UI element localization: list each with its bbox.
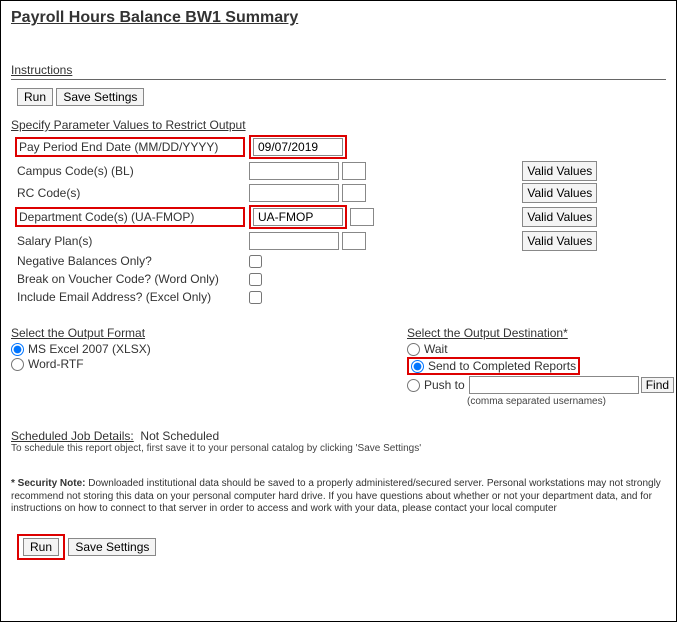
param-label-rc-codes: RC Code(s) <box>15 185 82 201</box>
save-settings-button-top[interactable]: Save Settings <box>56 88 144 106</box>
pay-period-end-date-input[interactable] <box>253 138 343 156</box>
output-format-xlsx-radio[interactable] <box>11 343 24 356</box>
valid-values-button-dept[interactable]: Valid Values <box>522 207 597 227</box>
include-email-checkbox[interactable] <box>249 291 262 304</box>
param-label-neg-balances: Negative Balances Only? <box>15 253 154 269</box>
output-format-word-label: Word-RTF <box>28 357 84 371</box>
break-voucher-checkbox[interactable] <box>249 273 262 286</box>
parameters-table: Pay Period End Date (MM/DD/YYYY) Campus … <box>13 134 599 306</box>
parameters-heading: Specify Parameter Values to Restrict Out… <box>11 118 666 132</box>
param-label-include-email: Include Email Address? (Excel Only) <box>15 289 213 305</box>
output-dest-wait-label: Wait <box>424 342 448 356</box>
dept-codes-input[interactable] <box>253 208 343 226</box>
output-dest-wait-radio[interactable] <box>407 343 420 356</box>
param-label-salary-plans: Salary Plan(s) <box>15 233 94 249</box>
output-format-heading: Select the Output Format <box>11 326 291 340</box>
salary-plans-input[interactable] <box>249 232 339 250</box>
page-title: Payroll Hours Balance BW1 Summary <box>11 9 666 27</box>
output-dest-push-label: Push to <box>424 378 465 392</box>
find-button[interactable]: Find <box>641 377 674 393</box>
divider <box>11 79 666 80</box>
rc-codes-extra-input[interactable] <box>342 184 366 202</box>
scheduled-heading: Scheduled Job Details: <box>11 429 134 443</box>
param-label-pay-period-end: Pay Period End Date (MM/DD/YYYY) <box>19 140 218 154</box>
rc-codes-input[interactable] <box>249 184 339 202</box>
output-dest-send-label: Send to Completed Reports <box>428 359 576 373</box>
run-button-bottom[interactable]: Run <box>23 538 59 556</box>
valid-values-button-campus[interactable]: Valid Values <box>522 161 597 181</box>
salary-plans-extra-input[interactable] <box>342 232 366 250</box>
valid-values-button-rc[interactable]: Valid Values <box>522 183 597 203</box>
dept-codes-extra-input[interactable] <box>350 208 374 226</box>
output-dest-push-radio[interactable] <box>407 379 420 392</box>
output-dest-send-radio[interactable] <box>411 360 424 373</box>
security-note-label: * Security Note: <box>11 478 85 489</box>
security-note-text: Downloaded institutional data should be … <box>11 478 661 514</box>
scheduled-note: To schedule this report object, first sa… <box>11 443 666 454</box>
instructions-heading: Instructions <box>11 63 666 77</box>
negative-balances-checkbox[interactable] <box>249 255 262 268</box>
param-label-break-voucher: Break on Voucher Code? (Word Only) <box>15 271 221 287</box>
output-destination-heading: Select the Output Destination* <box>407 326 674 340</box>
output-format-word-radio[interactable] <box>11 358 24 371</box>
campus-codes-input[interactable] <box>249 162 339 180</box>
param-label-campus-codes: Campus Code(s) (BL) <box>15 163 136 179</box>
scheduled-status: Not Scheduled <box>140 429 219 443</box>
campus-codes-extra-input[interactable] <box>342 162 366 180</box>
save-settings-button-bottom[interactable]: Save Settings <box>68 538 156 556</box>
output-format-xlsx-label: MS Excel 2007 (XLSX) <box>28 342 151 356</box>
push-note: (comma separated usernames) <box>467 396 674 407</box>
run-button-top[interactable]: Run <box>17 88 53 106</box>
param-label-dept-codes: Department Code(s) (UA-FMOP) <box>19 210 194 224</box>
push-to-input[interactable] <box>469 376 639 394</box>
valid-values-button-salary[interactable]: Valid Values <box>522 231 597 251</box>
